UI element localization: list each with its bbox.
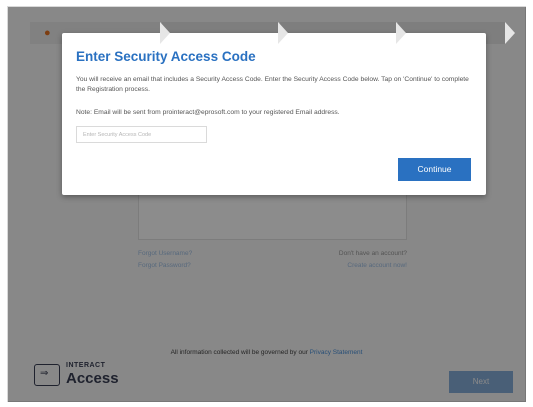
security-code-dialog: Enter Security Access Code You will rece…: [62, 33, 486, 195]
continue-button[interactable]: Continue: [398, 158, 471, 181]
security-code-input[interactable]: [76, 126, 207, 143]
dialog-note: Note: Email will be sent from prointerac…: [76, 109, 340, 116]
dialog-title: Enter Security Access Code: [76, 49, 256, 64]
dialog-description: You will receive an email that includes …: [76, 76, 469, 93]
